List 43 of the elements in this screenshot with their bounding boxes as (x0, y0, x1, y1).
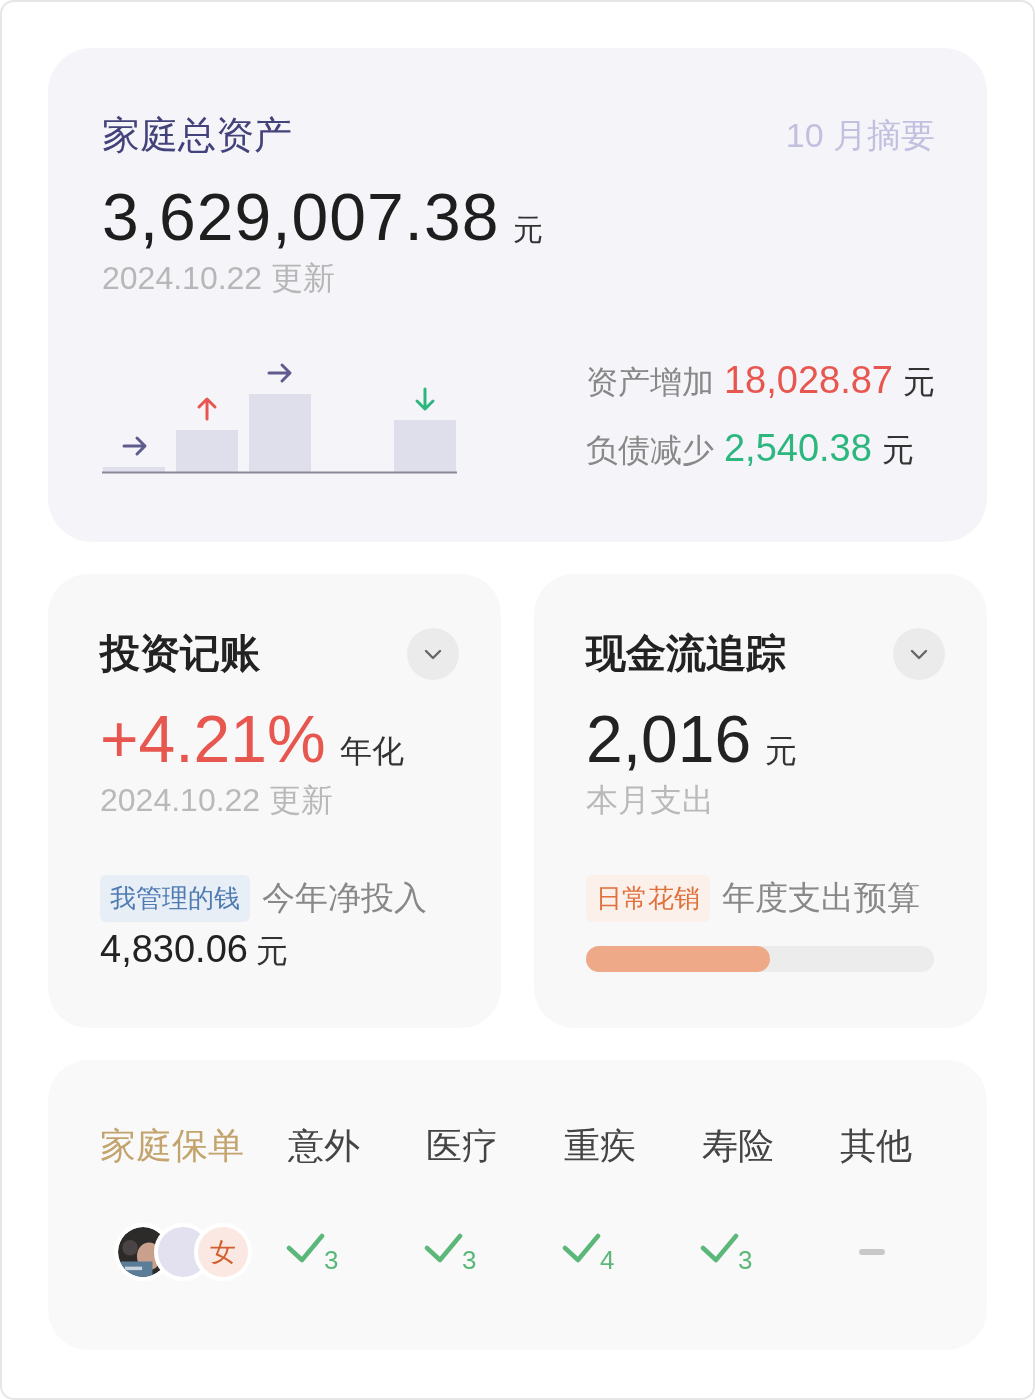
chart-bar (103, 467, 165, 472)
tag-caption: 今年净投入 (262, 878, 427, 918)
spending-caption: 本月支出 (586, 781, 715, 820)
unit-label: 元 (765, 732, 798, 771)
category-tag: 日常花销 (586, 875, 710, 922)
dash-icon (858, 1248, 886, 1256)
stat-value: 2,540.38 (723, 427, 872, 470)
section-title: 家庭保单 (100, 1124, 245, 1168)
policy-count: 3 (462, 1245, 477, 1276)
stat-value: 18,028.87 (723, 359, 893, 402)
coverage-type: 意外 (287, 1124, 361, 1168)
card-title: 现金流追踪 (586, 630, 786, 677)
coverage-type: 寿险 (701, 1124, 775, 1168)
policy-count: 3 (324, 1245, 339, 1276)
stat-label: 负债减少 (585, 431, 714, 470)
tag-caption: 年度支出预算 (722, 878, 920, 918)
stat-label: 资产增加 (585, 363, 714, 402)
down-arrow-icon (415, 387, 435, 411)
unit-label: 元 (513, 212, 544, 248)
coverage-type: 医疗 (425, 1124, 499, 1168)
policy-count: 3 (738, 1245, 753, 1276)
right-arrow-icon (122, 436, 147, 456)
category-tag: 我管理的钱 (100, 875, 250, 922)
card-title: 投资记账 (100, 630, 260, 677)
annual-return: +4.21% (100, 701, 326, 777)
coverage-type: 其他 (839, 1124, 913, 1168)
chart-bar (394, 420, 456, 472)
update-date: 2024.10.22 更新 (102, 259, 337, 298)
card-title: 家庭总资产 (102, 113, 292, 158)
total-amount: 3,629,007.38 (102, 179, 500, 255)
net-investment: 4,830.06 (100, 928, 248, 971)
right-arrow-icon (267, 363, 292, 383)
unit-label: 元 (255, 932, 288, 971)
member-avatar: 女 (194, 1223, 252, 1281)
chart-bar (176, 430, 238, 472)
unit-label: 元 (881, 431, 914, 470)
policy-count: 4 (600, 1245, 615, 1276)
monthly-spending: 2,016 (586, 701, 752, 777)
unit-label: 年化 (339, 732, 404, 771)
coverage-type: 重疾 (563, 1124, 637, 1168)
update-date: 2024.10.22 更新 (100, 781, 335, 820)
up-arrow-icon (197, 397, 217, 421)
unit-label: 元 (903, 363, 935, 402)
